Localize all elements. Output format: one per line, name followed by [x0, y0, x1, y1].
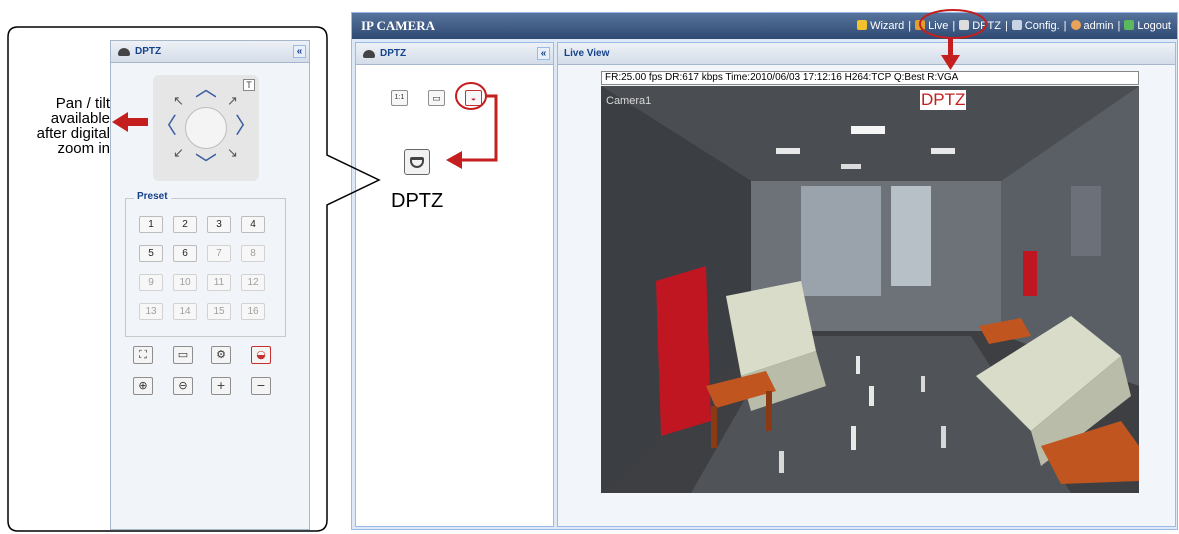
dptz-connector-line [460, 94, 498, 162]
stage: Pan / tilt available after digital zoom … [0, 0, 1179, 534]
dptz-annotation-red: DPTZ [920, 90, 967, 110]
callout-frame [7, 26, 381, 532]
nav-dptz-arrowhead [941, 55, 960, 70]
pan-tilt-arrow [112, 112, 148, 132]
nav-dptz-highlight [919, 9, 987, 39]
dptz-connector-arrowhead [446, 151, 462, 169]
side-dptz-highlight [455, 82, 487, 110]
annotation-overlay [7, 9, 987, 532]
